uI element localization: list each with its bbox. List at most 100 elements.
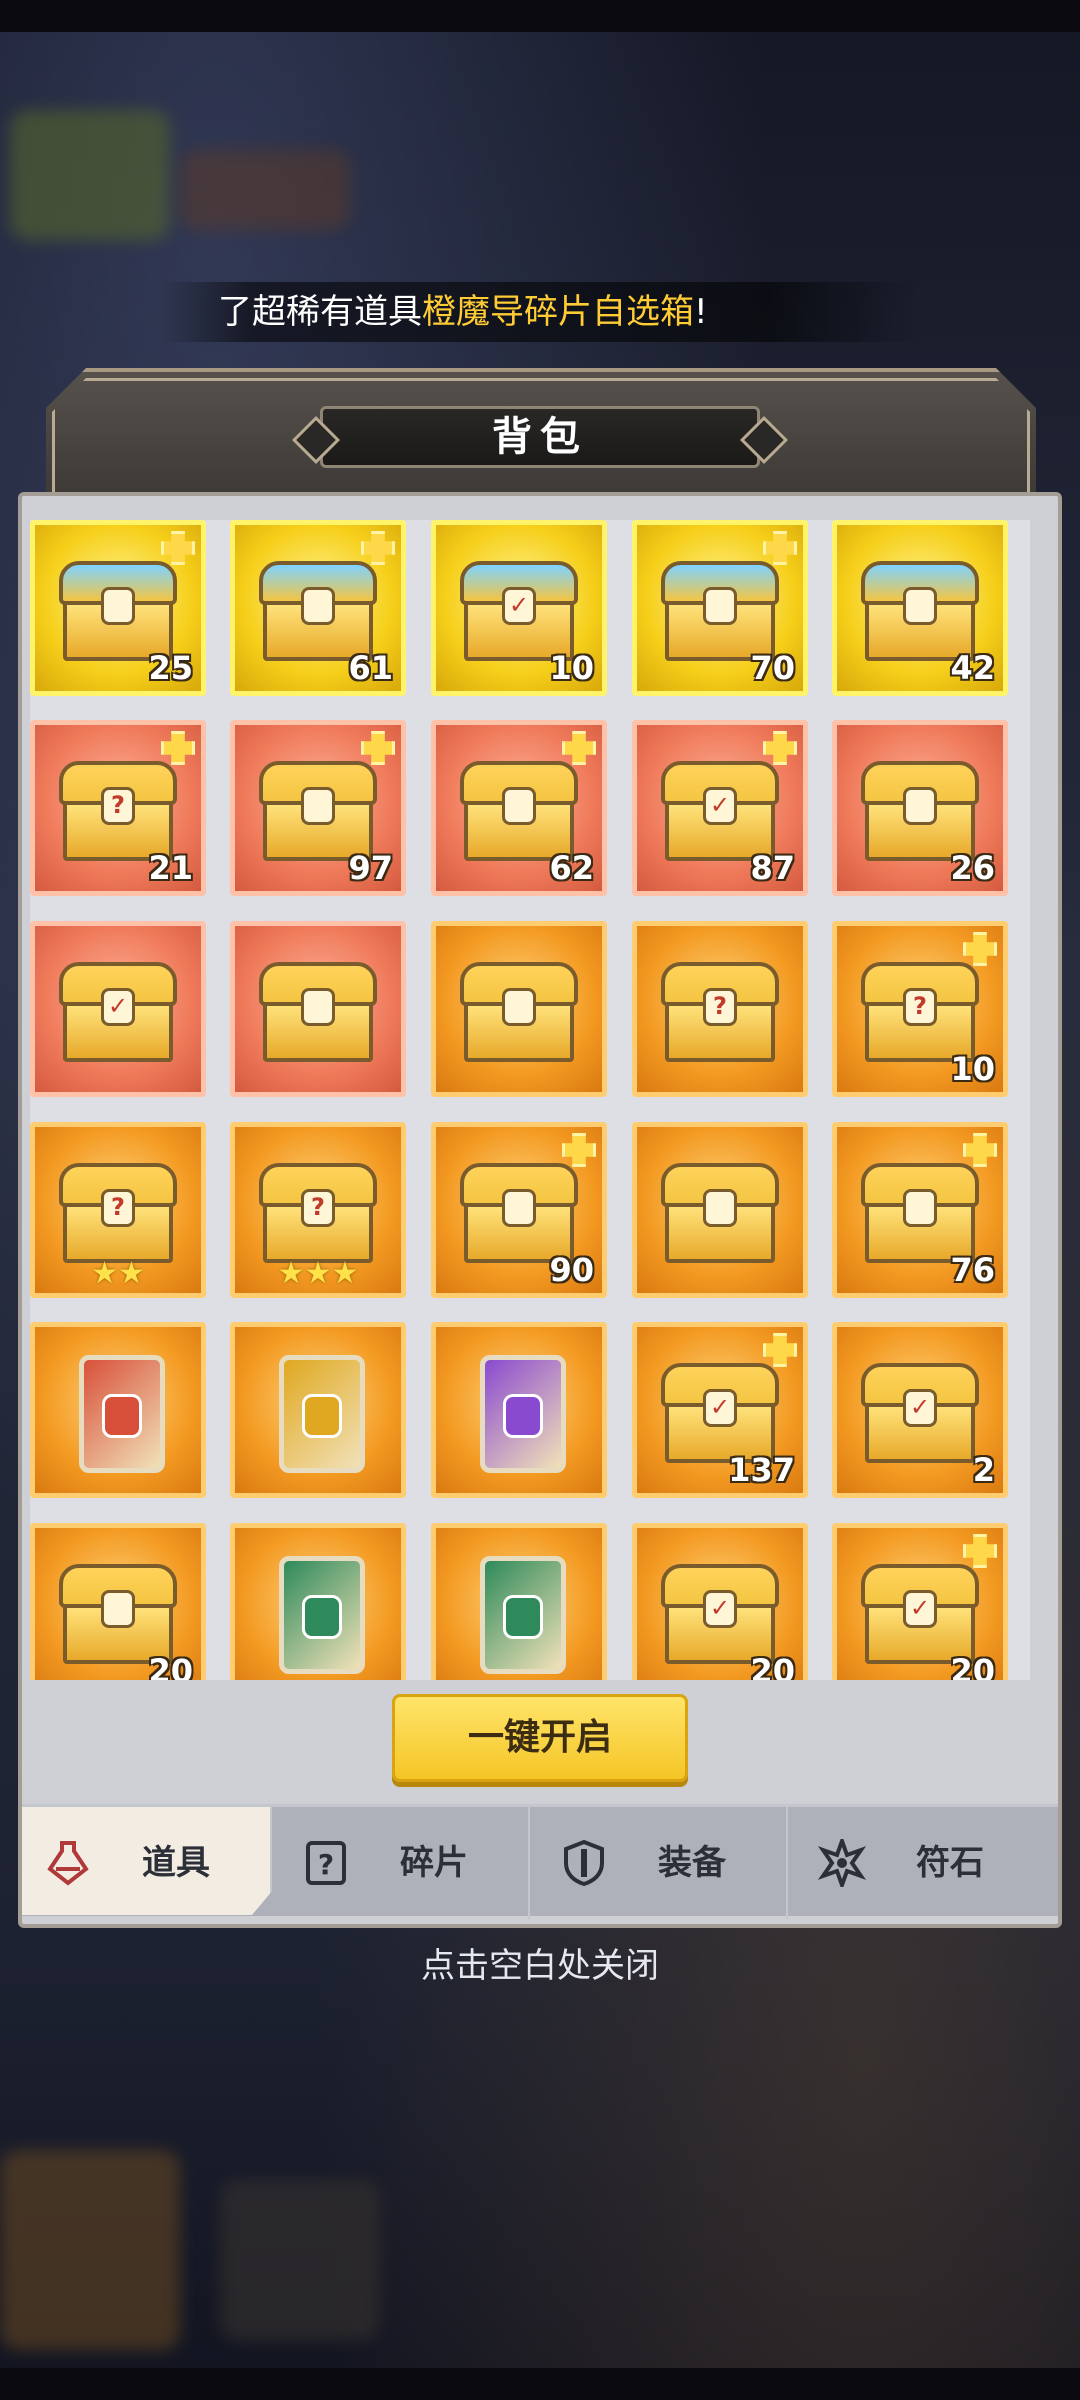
item-count: 21 (148, 849, 193, 887)
chest-lock-icon (301, 587, 335, 625)
inventory-slot[interactable]: ✓ 10 (431, 520, 607, 696)
notice-prefix: 了超稀有道具 (218, 292, 422, 332)
fragment-badge-icon (161, 531, 195, 565)
chest-lock-icon (502, 787, 536, 825)
inventory-slot[interactable]: ✓ 87 (632, 720, 808, 896)
chest-lock-icon: ? (301, 1189, 335, 1227)
card-emblem (102, 1394, 142, 1438)
inventory-slot[interactable]: ✓ 2 (832, 1322, 1008, 1498)
inventory-grid[interactable]: 25 61 ✓ 10 70 42? 21 97 62 ✓ 87 26 ✓?? 10? ★★? ★★★ 90 76 ✓… (30, 520, 1030, 1680)
chest-lock-icon (502, 1189, 536, 1227)
moss-chest-icon (460, 761, 578, 861)
flame-chest-icon (259, 761, 377, 861)
inventory-slot[interactable]: 26 (832, 720, 1008, 896)
chest-lock-icon: ✓ (903, 1590, 937, 1628)
item-count: 2 (972, 1451, 995, 1489)
shield-icon (564, 1839, 604, 1887)
inventory-slot[interactable]: ✓ 137 (632, 1322, 808, 1498)
fragment-badge-icon (161, 731, 195, 765)
chest-lock-icon (903, 1189, 937, 1227)
orb-select-chest-icon: ✓ (460, 561, 578, 661)
item-count: 20 (950, 1652, 995, 1680)
open-all-button[interactable]: 一键开启 (392, 1694, 688, 1782)
item-count: 62 (549, 849, 594, 887)
tab-label: 碎片 (400, 1843, 468, 1883)
inventory-slot[interactable]: 25 (30, 520, 206, 696)
purple-card-icon (480, 1355, 566, 1473)
inventory-slot[interactable]: 70 (632, 520, 808, 696)
notice-suffix: ! (694, 292, 708, 332)
crown-chest-icon (460, 962, 578, 1062)
fragment-icon: ? (306, 1841, 346, 1885)
reward-notice: 了超稀有道具橙魔导碎片自选箱! (160, 282, 920, 342)
inventory-slot[interactable] (30, 1322, 206, 1498)
random-equipment-chest-icon: ? (259, 1163, 377, 1263)
inventory-slot[interactable]: 20 (30, 1523, 206, 1680)
chest-lock-icon: ? (903, 988, 937, 1026)
potion-icon (47, 1841, 89, 1886)
moss-chest-icon (259, 561, 377, 661)
inventory-slot[interactable]: 61 (230, 520, 406, 696)
inventory-slot[interactable] (230, 1523, 406, 1680)
item-count: 10 (549, 649, 594, 687)
tab-label: 装备 (658, 1843, 726, 1883)
card-emblem (503, 1394, 543, 1438)
background-decor (180, 150, 350, 230)
chest-lock-icon: ✓ (502, 587, 536, 625)
inventory-slot[interactable]: ? ★★ (30, 1122, 206, 1298)
item-count: 61 (348, 649, 393, 687)
chest-lock-icon (101, 1590, 135, 1628)
navigation-bar (0, 2368, 1080, 2400)
gold-card-icon (279, 1355, 365, 1473)
item-count: 137 (728, 1451, 795, 1489)
card-select-chest-icon: ✓ (861, 1564, 979, 1664)
notice-highlight: 橙魔导碎片自选箱 (422, 292, 694, 332)
card-emblem (302, 1595, 342, 1639)
inventory-slot[interactable] (431, 921, 607, 1097)
fragment-badge-icon (361, 731, 395, 765)
item-count: 97 (348, 849, 393, 887)
fragment-badge-icon (763, 731, 797, 765)
crystal-chest-icon (59, 561, 177, 661)
inventory-slot[interactable]: 90 (431, 1122, 607, 1298)
page-title: 背包 (320, 406, 760, 468)
gem-chest-icon (661, 561, 779, 661)
fragment-badge-icon (763, 531, 797, 565)
inventory-slot[interactable]: ? ★★★ (230, 1122, 406, 1298)
item-count: 20 (148, 1652, 193, 1680)
crest-chest-icon (59, 1564, 177, 1664)
mystery-chest-icon: ? (661, 962, 779, 1062)
background-decor (220, 2180, 380, 2340)
orb-select-chest-icon: ✓ (861, 1363, 979, 1463)
gem-select-chest-icon: ✓ (661, 1564, 779, 1664)
inventory-slot[interactable]: ? 21 (30, 720, 206, 896)
close-hint[interactable]: 点击空白处关闭 (0, 1938, 1080, 1987)
inventory-slot[interactable]: ✓ 20 (832, 1523, 1008, 1680)
chest-lock-icon: ✓ (703, 787, 737, 825)
inventory-slot[interactable]: ? (632, 921, 808, 1097)
inventory-slot[interactable] (431, 1322, 607, 1498)
inventory-slot[interactable]: ✓ 20 (632, 1523, 808, 1680)
inventory-slot[interactable]: 42 (832, 520, 1008, 696)
inventory-slot[interactable] (230, 921, 406, 1097)
inventory-slot[interactable] (632, 1122, 808, 1298)
chest-lock-icon: ✓ (703, 1389, 737, 1427)
hero-card-icon (279, 1556, 365, 1674)
inventory-slot[interactable] (431, 1523, 607, 1680)
svg-text:?: ? (318, 1848, 334, 1881)
tab-items[interactable]: 道具 (22, 1807, 272, 1915)
tab-fragments[interactable]: ? 碎片 (280, 1807, 530, 1919)
tab-runes[interactable]: 符石 (796, 1807, 1046, 1919)
inventory-slot[interactable] (230, 1322, 406, 1498)
inventory-slot[interactable]: ? 10 (832, 921, 1008, 1097)
fragment-badge-icon (562, 731, 596, 765)
inventory-slot[interactable]: 97 (230, 720, 406, 896)
tab-equipment[interactable]: 装备 (538, 1807, 788, 1919)
chest-lock-icon: ✓ (703, 1590, 737, 1628)
inventory-slot[interactable]: 62 (431, 720, 607, 896)
item-count: 90 (549, 1251, 594, 1289)
inventory-slot[interactable]: 76 (832, 1122, 1008, 1298)
inventory-slot[interactable]: ✓ (30, 921, 206, 1097)
card-emblem (503, 1595, 543, 1639)
status-bar (0, 0, 1080, 32)
